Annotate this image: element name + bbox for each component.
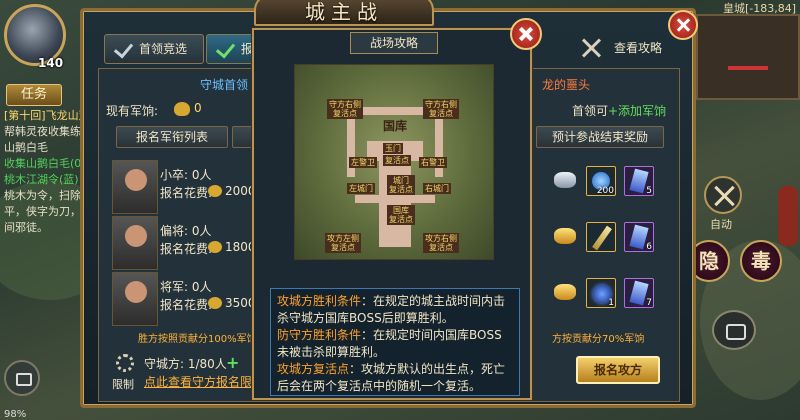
- map-label: 左城门: [347, 183, 375, 194]
- general-portrait: [112, 272, 158, 326]
- attack-reward-note: 方按贡献分70%军饷: [552, 334, 645, 345]
- panel-close-button[interactable]: [668, 10, 698, 40]
- reward-count: 200: [596, 186, 614, 196]
- npc-figure: [778, 186, 798, 246]
- expected-reward-button[interactable]: 预计参战结束奖励: [536, 126, 664, 148]
- reward-crystal[interactable]: 7: [624, 278, 654, 308]
- army-funds-value: 0: [194, 101, 202, 115]
- reward-count: 5: [646, 186, 652, 196]
- fee-label: 报名花费:: [160, 298, 213, 312]
- panel-title: 城主战: [305, 0, 383, 24]
- auto-fight-icon[interactable]: [704, 176, 742, 214]
- treasury-label: 国库: [383, 119, 408, 133]
- task-tab[interactable]: 任务: [6, 84, 62, 106]
- reward-spear[interactable]: [586, 222, 616, 252]
- map-label: 攻方右侧 复活点: [423, 233, 459, 253]
- add-army-funds-link[interactable]: +添加军饷: [608, 102, 666, 119]
- fee-value: 2000: [225, 184, 256, 198]
- defender-count: 守城方: 1/80人: [144, 357, 227, 371]
- map-label: 右城门: [423, 183, 451, 194]
- add-defender-icon[interactable]: +: [226, 353, 239, 372]
- fee-label: 报名花费:: [160, 186, 213, 200]
- coin-icon: [174, 102, 190, 116]
- coin-icon: [208, 185, 222, 197]
- map-label: 复活点: [383, 155, 411, 166]
- battlefield-map: 国库 守方右侧 复活点 守方右侧 复活点 玉门 复活点 左警卫 右警卫 左城门 右城…: [294, 64, 494, 260]
- screenshot-camera-icon[interactable]: [712, 310, 756, 350]
- map-label: 右警卫: [419, 157, 447, 168]
- signup-attack-button[interactable]: 报名攻方: [576, 356, 660, 384]
- reward-count: 1: [608, 298, 614, 308]
- map-label: 守方右侧 复活点: [327, 99, 363, 119]
- rank-row-lieutenant[interactable]: 偏将: 0人 报名花费: 18000: [104, 216, 263, 274]
- attack-win-label: 攻城方胜利条件: [277, 294, 362, 308]
- guide-title: 战场攻略: [350, 32, 438, 54]
- rank-list-button[interactable]: 报名军衔列表: [116, 126, 228, 148]
- minimap-coords: 皇城[-183,84]: [722, 2, 796, 15]
- reward-gem[interactable]: 200: [586, 166, 616, 196]
- guide-close-button[interactable]: [510, 18, 542, 50]
- defense-reward-note: 胜方按照贡献分100%军饷: [138, 334, 257, 345]
- defense-win-label: 防守方胜利条件: [277, 328, 362, 342]
- tab-leader-election[interactable]: 首领竞选: [104, 34, 204, 64]
- rank-count: 小卒: 0人: [160, 168, 212, 182]
- reward-silver[interactable]: [550, 166, 580, 196]
- view-guide-label: 查看攻略: [614, 41, 663, 55]
- reward-orb[interactable]: 1: [586, 278, 616, 308]
- defense-section-title: 守城首领: [200, 78, 249, 92]
- battery-status: 98%: [4, 409, 27, 420]
- soldier-portrait: [112, 160, 158, 214]
- rank-row-soldier[interactable]: 小卒: 0人 报名花费: 2000: [104, 160, 256, 218]
- reward-gold[interactable]: [550, 278, 580, 308]
- reward-count: 6: [646, 242, 652, 252]
- reward-gold[interactable]: [550, 222, 580, 252]
- map-label: 攻方左侧 复活点: [325, 233, 361, 253]
- army-funds-label: 现有军饷:: [106, 104, 159, 118]
- auto-fight-label: 自动: [710, 218, 732, 231]
- coin-icon: [208, 241, 222, 253]
- crossed-swords-icon: [578, 36, 606, 60]
- map-label: 玉门: [383, 143, 403, 154]
- hidden-button[interactable]: [232, 126, 252, 148]
- rank-count: 偏将: 0人: [160, 224, 212, 238]
- map-label: 守方右侧 复活点: [423, 99, 459, 119]
- reward-crystal[interactable]: 5: [624, 166, 654, 196]
- map-label: 国库 复活点: [387, 205, 415, 225]
- camera-icon[interactable]: [4, 360, 40, 396]
- player-level: 140: [38, 56, 64, 70]
- lieutenant-portrait: [112, 216, 158, 270]
- check-icon: [217, 40, 235, 58]
- view-defender-limit-link[interactable]: 点此查看守方报名限: [144, 373, 252, 390]
- attack-section-title: 龙的噩头: [542, 78, 591, 92]
- rank-count: 将军: 0人: [160, 280, 212, 294]
- minimap[interactable]: [696, 14, 800, 100]
- rank-row-general[interactable]: 将军: 0人 报名花费: 35000: [104, 272, 263, 330]
- skill-poison-button[interactable]: 毒: [740, 240, 782, 282]
- fee-label: 报名花费:: [160, 242, 213, 256]
- tab-label: 首领竞选: [139, 42, 188, 56]
- tab-signup[interactable]: 报: [206, 34, 254, 64]
- guide-rules: 攻城方胜利条件：在规定的城主战时间内击杀守城方国库BOSS后即算胜利。 防守方胜…: [270, 288, 520, 396]
- view-guide-button[interactable]: 查看攻略: [578, 36, 662, 60]
- limit-label[interactable]: 限制: [112, 376, 134, 392]
- battle-guide-popup: 战场攻略 国库 守方右侧 复活点 守方右侧 复活点 玉门 复活点 左警卫 右警卫 左…: [252, 28, 532, 400]
- revive-point-label: 攻城方复活点: [277, 362, 350, 376]
- map-label: 左警卫: [349, 157, 377, 168]
- leader-label: 首领可: [572, 104, 609, 118]
- map-label: 城门 复活点: [387, 175, 415, 195]
- gear-icon[interactable]: [116, 354, 134, 372]
- coin-icon: [208, 297, 222, 309]
- reward-count: 7: [646, 298, 652, 308]
- check-icon: [115, 40, 133, 58]
- reward-crystal[interactable]: 6: [624, 222, 654, 252]
